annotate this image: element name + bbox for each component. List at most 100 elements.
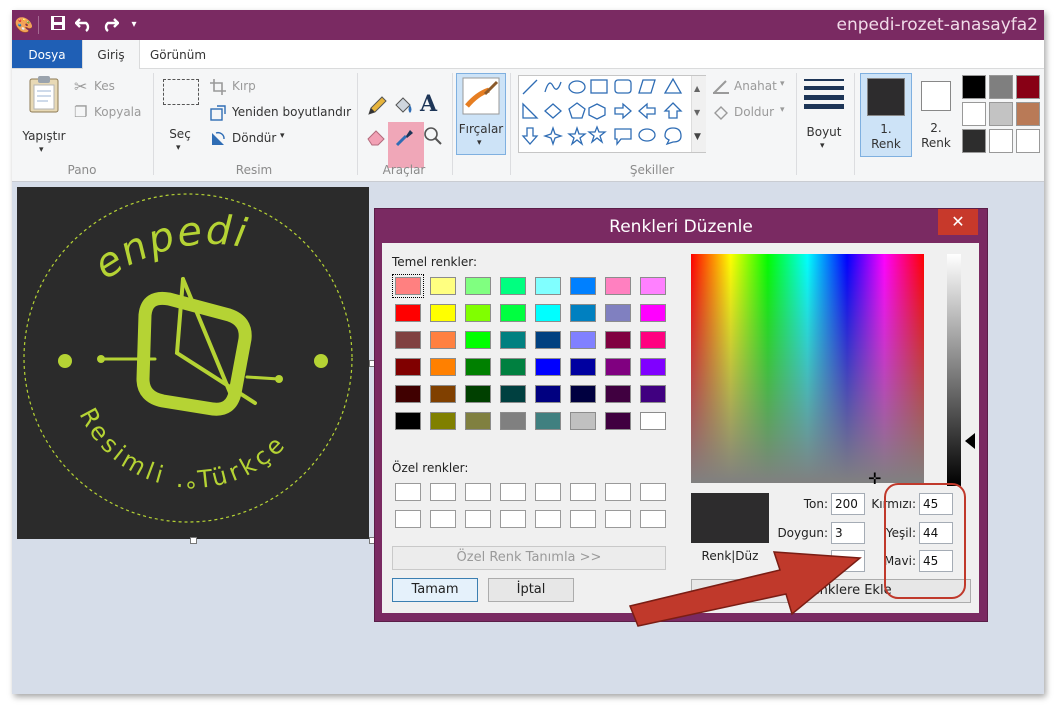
basic-color-swatch[interactable]	[605, 331, 631, 349]
basic-color-swatch[interactable]	[465, 385, 491, 403]
basic-color-swatch[interactable]	[395, 385, 421, 403]
text-tool-icon[interactable]: A	[420, 91, 437, 117]
basic-color-swatch[interactable]	[535, 412, 561, 430]
select-button[interactable]: Seç ▾	[162, 79, 199, 159]
custom-color-swatch[interactable]	[500, 483, 526, 501]
palette-swatch[interactable]	[1016, 102, 1040, 126]
palette-swatch[interactable]	[962, 129, 986, 153]
basic-color-swatch[interactable]	[430, 412, 456, 430]
palette-swatch[interactable]	[989, 129, 1013, 153]
basic-color-swatch[interactable]	[570, 412, 596, 430]
basic-color-swatch[interactable]	[430, 304, 456, 322]
basic-color-swatch[interactable]	[640, 385, 666, 403]
redo-icon[interactable]	[100, 15, 120, 35]
basic-color-swatch[interactable]	[465, 358, 491, 376]
size-button[interactable]: Boyut ▾	[802, 75, 846, 157]
basic-color-swatch[interactable]	[500, 277, 526, 295]
basic-color-swatch[interactable]	[535, 277, 561, 295]
scroll-up-icon[interactable]: ▲	[694, 84, 700, 93]
undo-icon[interactable]	[74, 15, 94, 35]
palette-swatch[interactable]	[1016, 75, 1040, 99]
basic-color-swatch[interactable]	[640, 277, 666, 295]
custom-color-swatch[interactable]	[535, 483, 561, 501]
basic-color-swatch[interactable]	[605, 412, 631, 430]
ok-button[interactable]: Tamam	[392, 578, 478, 602]
luminance-slider[interactable]	[947, 254, 961, 486]
basic-color-swatch[interactable]	[430, 358, 456, 376]
expand-gallery-icon[interactable]: ▼	[694, 132, 701, 142]
dialog-close-button[interactable]: ✕	[938, 209, 978, 235]
basic-color-swatch[interactable]	[570, 358, 596, 376]
custom-color-swatch[interactable]	[395, 510, 421, 528]
paste-button[interactable]: Yapıştır ▾	[22, 75, 66, 161]
drawing-canvas[interactable]: enpedi Resimli . Türkçe	[17, 187, 369, 539]
basic-color-swatch[interactable]	[395, 412, 421, 430]
basic-color-swatch[interactable]	[500, 304, 526, 322]
basic-color-swatch[interactable]	[465, 412, 491, 430]
custom-color-swatch[interactable]	[605, 483, 631, 501]
basic-color-swatch[interactable]	[640, 358, 666, 376]
basic-color-swatch[interactable]	[392, 274, 424, 298]
custom-color-swatch[interactable]	[535, 510, 561, 528]
custom-color-swatch[interactable]	[465, 510, 491, 528]
save-icon[interactable]	[48, 15, 68, 35]
custom-color-swatch[interactable]	[570, 510, 596, 528]
spectrum-crosshair-icon[interactable]: ✛	[868, 471, 881, 487]
palette-swatch[interactable]	[989, 75, 1013, 99]
color-picker-button[interactable]	[388, 122, 424, 168]
basic-color-swatch[interactable]	[535, 358, 561, 376]
custom-color-swatch[interactable]	[640, 510, 666, 528]
tab-home[interactable]: Giriş	[82, 40, 140, 69]
basic-color-swatch[interactable]	[535, 304, 561, 322]
custom-color-swatch[interactable]	[430, 483, 456, 501]
color-spectrum[interactable]	[691, 254, 924, 483]
basic-color-swatch[interactable]	[500, 412, 526, 430]
basic-color-swatch[interactable]	[535, 331, 561, 349]
basic-color-swatch[interactable]	[570, 385, 596, 403]
paint-app-icon[interactable]: 🎨	[14, 15, 34, 35]
basic-color-swatch[interactable]	[640, 331, 666, 349]
palette-swatch[interactable]	[989, 102, 1013, 126]
scroll-down-icon[interactable]: ▼	[694, 108, 700, 117]
quick-access-dropdown-icon[interactable]: ▾	[124, 15, 144, 35]
palette-swatch[interactable]	[1016, 129, 1040, 153]
pencil-icon[interactable]	[366, 95, 388, 117]
basic-color-swatch[interactable]	[640, 412, 666, 430]
shapes-gallery[interactable]: ▲ ▼ ▼	[518, 75, 706, 153]
basic-color-swatch[interactable]	[500, 358, 526, 376]
palette-swatch[interactable]	[962, 102, 986, 126]
basic-color-swatch[interactable]	[395, 331, 421, 349]
basic-color-swatch[interactable]	[395, 304, 421, 322]
custom-color-swatch[interactable]	[605, 510, 631, 528]
palette-swatch[interactable]	[962, 75, 986, 99]
custom-color-swatch[interactable]	[395, 483, 421, 501]
tab-view[interactable]: Görünüm	[140, 40, 216, 68]
basic-color-swatch[interactable]	[640, 304, 666, 322]
basic-color-swatch[interactable]	[605, 277, 631, 295]
resize-handle-bottom[interactable]	[190, 537, 197, 544]
basic-color-swatch[interactable]	[605, 304, 631, 322]
brushes-button[interactable]: Fırçalar ▾	[456, 73, 506, 155]
custom-color-swatch[interactable]	[500, 510, 526, 528]
eraser-icon[interactable]	[366, 125, 388, 147]
color2-button[interactable]: 2. Renk	[916, 73, 956, 155]
basic-color-swatch[interactable]	[465, 304, 491, 322]
tab-file[interactable]: Dosya	[12, 40, 82, 68]
magnifier-icon[interactable]	[422, 125, 444, 147]
custom-color-swatch[interactable]	[465, 483, 491, 501]
cancel-button[interactable]: İptal	[488, 578, 574, 602]
basic-color-swatch[interactable]	[605, 358, 631, 376]
basic-color-swatch[interactable]	[500, 385, 526, 403]
luminance-arrow-icon[interactable]	[965, 433, 975, 449]
basic-color-swatch[interactable]	[395, 358, 421, 376]
basic-color-swatch[interactable]	[430, 277, 456, 295]
basic-color-swatch[interactable]	[500, 331, 526, 349]
custom-color-swatch[interactable]	[570, 483, 596, 501]
basic-color-swatch[interactable]	[465, 331, 491, 349]
custom-color-swatch[interactable]	[640, 483, 666, 501]
basic-color-swatch[interactable]	[535, 385, 561, 403]
basic-color-swatch[interactable]	[430, 331, 456, 349]
basic-color-swatch[interactable]	[465, 277, 491, 295]
fill-bucket-icon[interactable]	[392, 95, 414, 117]
basic-color-swatch[interactable]	[570, 331, 596, 349]
